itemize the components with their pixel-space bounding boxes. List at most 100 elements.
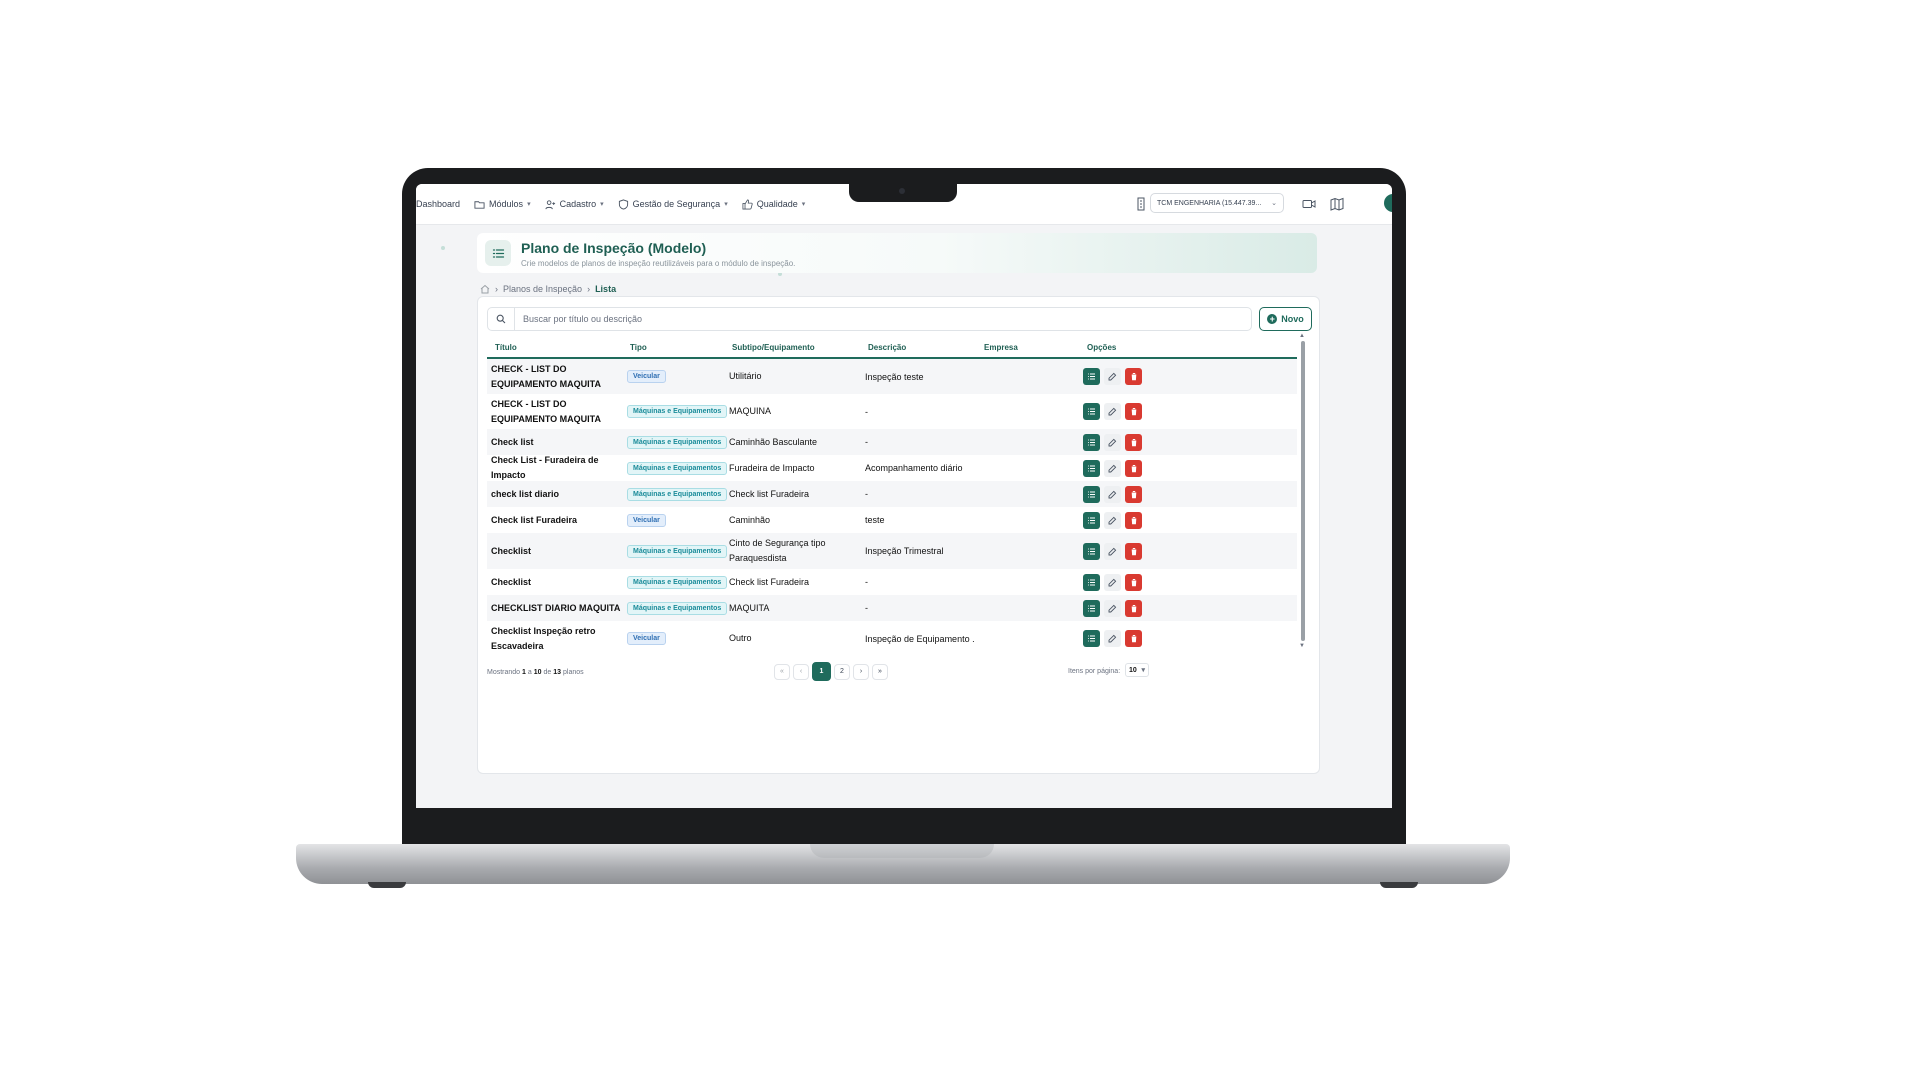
- type-badge: Veicular: [627, 513, 666, 527]
- cell-subtipo: Cinto de Segurança tipo Paraquesdista: [729, 538, 826, 563]
- building-icon: [1137, 197, 1145, 211]
- table-row[interactable]: Check list Máquinas e Equipamentos Caminhã…: [487, 429, 1297, 455]
- cell-titulo: check list diario: [491, 488, 560, 499]
- delete-button[interactable]: [1125, 403, 1142, 420]
- list-icon: [1088, 408, 1095, 415]
- table-row[interactable]: CHECK - LIST DO EQUIPAMENTO MAQUITA Máqui…: [487, 394, 1297, 429]
- scrollbar[interactable]: [1301, 341, 1305, 641]
- edit-button[interactable]: [1104, 511, 1121, 529]
- cell-subtipo: Caminhão Basculante: [729, 436, 818, 447]
- new-plan-button[interactable]: + Novo: [1259, 307, 1312, 331]
- delete-button[interactable]: [1125, 630, 1142, 647]
- table-row[interactable]: Checklist Inspeção retro Escavadeira Veic…: [487, 621, 1297, 656]
- col-descricao[interactable]: Descrição: [868, 343, 906, 352]
- scroll-up-arrow[interactable]: ▲: [1299, 333, 1305, 339]
- view-items-button[interactable]: [1083, 542, 1100, 560]
- table-row[interactable]: Check List - Furadeira de Impacto Máquina…: [487, 455, 1297, 481]
- view-items-button[interactable]: [1083, 433, 1100, 451]
- chevron-down-icon: ▾: [801, 201, 806, 208]
- cell-descricao: -: [865, 489, 868, 499]
- delete-button[interactable]: [1125, 368, 1142, 385]
- view-items-button[interactable]: [1083, 459, 1100, 477]
- cell-titulo: Checklist: [491, 576, 532, 587]
- table-row[interactable]: Checklist Máquinas e Equipamentos Check li…: [487, 569, 1297, 595]
- view-items-button[interactable]: [1083, 573, 1100, 591]
- row-actions: [1083, 455, 1142, 481]
- first-page-button[interactable]: «: [774, 663, 790, 680]
- table-row[interactable]: check list diario Máquinas e Equipamentos…: [487, 481, 1297, 507]
- video-icon[interactable]: [1302, 197, 1316, 211]
- cell-titulo: CHECK - LIST DO EQUIPAMENTO MAQUITA: [491, 363, 601, 389]
- nav-qualidade[interactable]: Qualidade ▾: [742, 199, 806, 210]
- avatar[interactable]: [1384, 194, 1392, 212]
- col-empresa[interactable]: Empresa: [984, 343, 1018, 352]
- edit-button[interactable]: [1104, 630, 1121, 647]
- table-row[interactable]: CHECKLIST DIARIO MAQUITA Máquinas e Equip…: [487, 595, 1297, 621]
- table-row[interactable]: Check list Furadeira Veicular Caminhão test…: [487, 507, 1297, 533]
- page-button[interactable]: 2: [834, 663, 850, 680]
- edit-button[interactable]: [1104, 403, 1121, 420]
- edit-button[interactable]: [1104, 573, 1121, 591]
- view-items-button[interactable]: [1083, 630, 1100, 647]
- map-icon[interactable]: [1330, 197, 1344, 211]
- prev-page-button[interactable]: ‹: [793, 663, 809, 680]
- table-row[interactable]: Checklist Máquinas e Equipamentos Cinto de…: [487, 533, 1297, 569]
- breadcrumb-current: Lista: [595, 284, 617, 294]
- company-selector[interactable]: TCM ENGENHARIA (15.447.39... ⌄: [1150, 193, 1284, 213]
- trash-icon: [1130, 604, 1137, 612]
- col-tipo[interactable]: Tipo: [630, 343, 647, 352]
- last-page-button[interactable]: »: [872, 663, 888, 680]
- col-subtipo[interactable]: Subtipo/Equipamento: [732, 343, 815, 352]
- col-titulo[interactable]: Título: [495, 343, 517, 352]
- search-input[interactable]: Buscar por título ou descrição: [487, 307, 1252, 331]
- edit-button[interactable]: [1104, 542, 1121, 560]
- cell-empresa: [981, 569, 1055, 595]
- delete-button[interactable]: [1125, 599, 1142, 617]
- table-header: Título Tipo Subtipo/Equipamento Descriçã…: [487, 339, 1297, 359]
- list-icon: [485, 240, 511, 266]
- view-items-button[interactable]: [1083, 485, 1100, 503]
- page-button[interactable]: 1: [812, 662, 831, 681]
- nav-cadastro-label: Cadastro: [559, 199, 597, 209]
- home-icon[interactable]: [480, 284, 490, 294]
- delete-button[interactable]: [1125, 485, 1142, 503]
- edit-button[interactable]: [1104, 599, 1121, 617]
- cell-subtipo: Check list Furadeira: [729, 488, 810, 499]
- cell-descricao: -: [865, 406, 868, 417]
- search-icon: [488, 308, 515, 330]
- delete-button[interactable]: [1125, 459, 1142, 477]
- delete-button[interactable]: [1125, 573, 1142, 591]
- row-actions: [1083, 429, 1142, 455]
- cell-subtipo: Caminhão: [729, 514, 771, 525]
- cell-descricao: teste: [865, 515, 885, 525]
- delete-button[interactable]: [1125, 542, 1142, 560]
- view-items-button[interactable]: [1083, 403, 1100, 420]
- row-actions: [1083, 359, 1142, 394]
- nav-cadastro[interactable]: Cadastro ▾: [545, 199, 604, 210]
- view-items-button[interactable]: [1083, 368, 1100, 385]
- scroll-down-arrow[interactable]: ▼: [1299, 643, 1305, 649]
- breadcrumb: › Planos de Inspeção › Lista: [480, 284, 616, 294]
- delete-button[interactable]: [1125, 433, 1142, 451]
- decorative-dot: [441, 246, 445, 250]
- breadcrumb-link-planos[interactable]: Planos de Inspeção: [503, 284, 582, 294]
- edit-button[interactable]: [1104, 459, 1121, 477]
- type-badge: Máquinas e Equipamentos: [627, 544, 728, 558]
- delete-button[interactable]: [1125, 511, 1142, 529]
- chevron-down-icon: ▾: [724, 201, 728, 208]
- nav-modulos[interactable]: Módulos ▾: [474, 199, 531, 210]
- type-badge: Máquinas e Equipamentos: [627, 575, 728, 589]
- table-row[interactable]: CHECK - LIST DO EQUIPAMENTO MAQUITA Veicu…: [487, 359, 1297, 394]
- laptop-foot: [1380, 882, 1418, 888]
- view-items-button[interactable]: [1083, 599, 1100, 617]
- edit-button[interactable]: [1104, 368, 1121, 385]
- edit-button[interactable]: [1104, 485, 1121, 503]
- view-items-button[interactable]: [1083, 511, 1100, 529]
- next-page-button[interactable]: ›: [853, 663, 869, 680]
- edit-button[interactable]: [1104, 433, 1121, 451]
- nav-dashboard[interactable]: Dashboard: [416, 199, 460, 209]
- nav-dashboard-label: Dashboard: [416, 199, 461, 209]
- nav-gestao-seguranca[interactable]: Gestão de Segurança ▾: [618, 198, 728, 210]
- per-page-select[interactable]: 10 ▾: [1125, 663, 1149, 677]
- cell-descricao: Inspeção Trimestral: [865, 546, 944, 556]
